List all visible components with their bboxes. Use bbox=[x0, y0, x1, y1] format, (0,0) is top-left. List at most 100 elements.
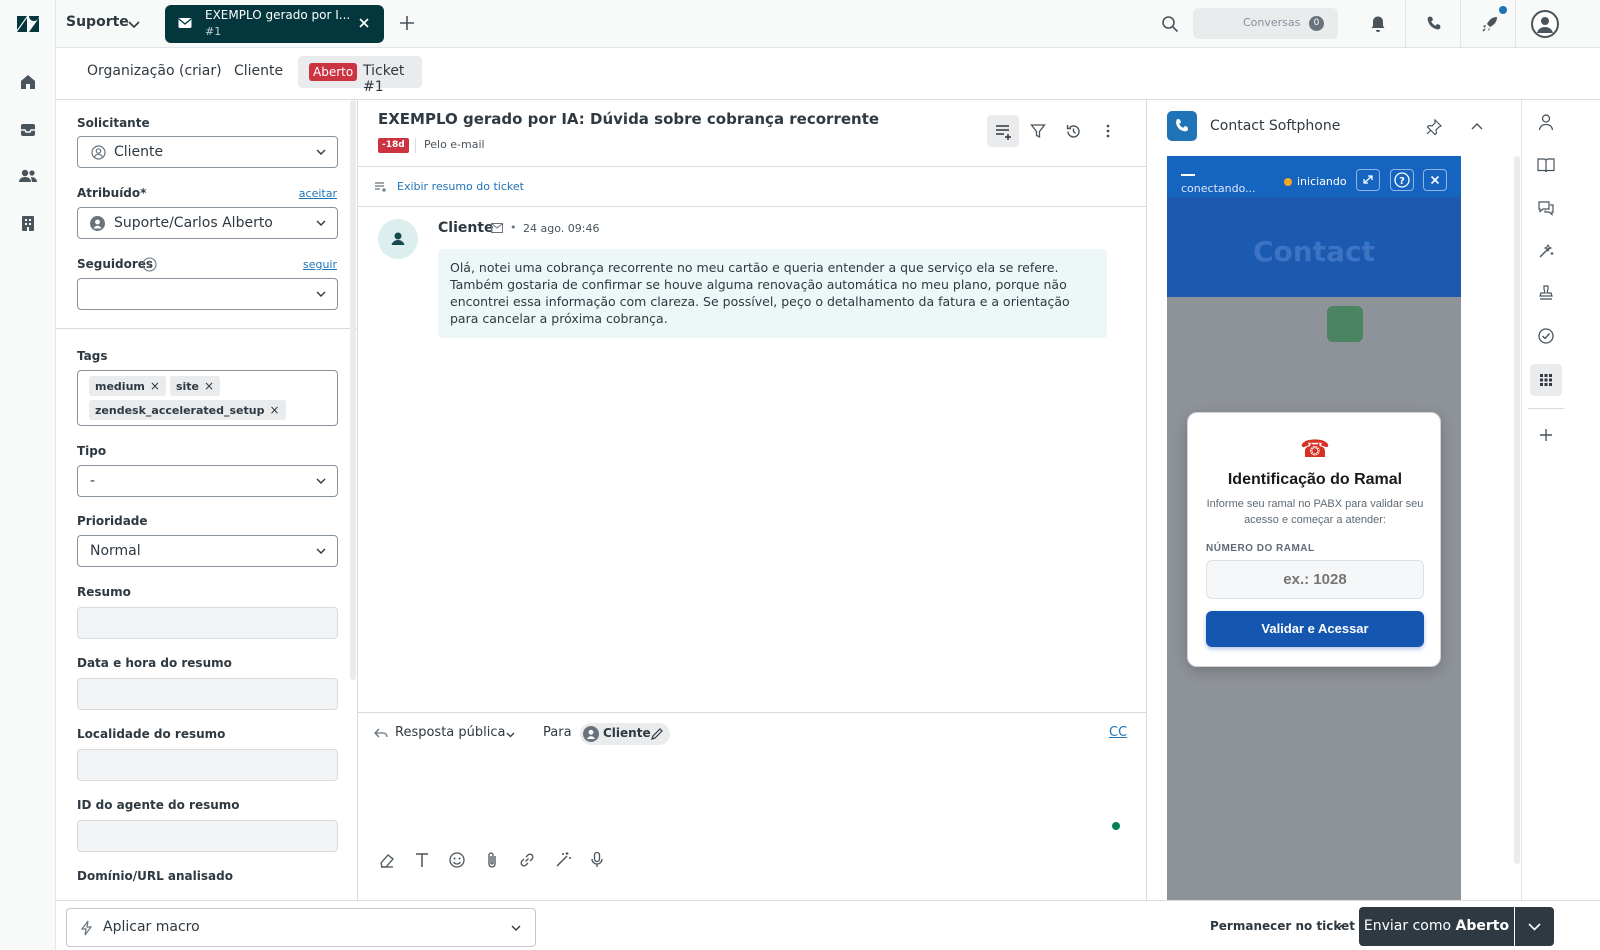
customers-icon[interactable] bbox=[16, 164, 40, 188]
recipient-name: Cliente bbox=[603, 726, 651, 740]
requester-select[interactable]: Cliente bbox=[77, 136, 338, 168]
search-icon[interactable] bbox=[1161, 15, 1179, 33]
chat-bubbles-icon[interactable] bbox=[1537, 199, 1555, 217]
minimize-icon[interactable] bbox=[1181, 174, 1195, 176]
home-icon[interactable] bbox=[16, 70, 40, 94]
show-summary-link[interactable]: Exibir resumo do ticket bbox=[397, 180, 524, 193]
submit-as-button[interactable]: Enviar como Aberto bbox=[1359, 907, 1514, 946]
views-icon[interactable] bbox=[16, 118, 40, 142]
emoji-icon[interactable] bbox=[448, 851, 466, 869]
user-profile-icon[interactable] bbox=[1538, 113, 1554, 131]
close-icon[interactable] bbox=[1423, 169, 1447, 191]
validate-access-button[interactable]: Validar e Acessar bbox=[1206, 611, 1424, 647]
tags-input[interactable]: medium × site × zendesk_accelerated_setup × bbox=[77, 370, 338, 426]
recipient-chip[interactable]: Cliente bbox=[580, 723, 670, 745]
conversations-button[interactable]: Conversas 0 bbox=[1193, 8, 1338, 39]
take-it-link[interactable]: aceitar bbox=[299, 187, 337, 200]
filter-icon[interactable] bbox=[1030, 123, 1046, 139]
form-scrollbar[interactable] bbox=[350, 100, 356, 680]
softphone-brand: Contact bbox=[1253, 235, 1375, 268]
modal-description: Informe seu ramal no PABX para validar s… bbox=[1206, 498, 1424, 526]
extension-field-label: NÚMERO DO RAMAL bbox=[1206, 543, 1315, 554]
conversations-label: Conversas bbox=[1243, 16, 1301, 29]
summary-locale-label: Localidade do resumo bbox=[77, 727, 226, 741]
conversations-count-badge: 0 bbox=[1309, 16, 1324, 31]
more-options-icon[interactable] bbox=[1104, 123, 1112, 139]
divider bbox=[1528, 408, 1564, 409]
phone-icon[interactable] bbox=[1426, 15, 1442, 31]
softphone-embed: Contact conectando... iniciando ? ☎ Iden… bbox=[1167, 156, 1461, 900]
help-icon[interactable]: ? bbox=[1390, 169, 1414, 191]
summary-datetime-field bbox=[77, 678, 338, 710]
priority-select[interactable]: Normal bbox=[77, 535, 338, 567]
workspace-switcher[interactable]: Suporte bbox=[66, 14, 129, 30]
expand-icon[interactable] bbox=[1356, 169, 1380, 191]
avatar[interactable] bbox=[1531, 10, 1559, 38]
message-author[interactable]: Cliente bbox=[438, 220, 494, 236]
pin-icon[interactable] bbox=[1425, 118, 1443, 136]
tab-ticket[interactable]: Aberto Ticket #1 bbox=[298, 56, 422, 95]
follow-link[interactable]: seguir bbox=[303, 258, 337, 271]
tab-customer[interactable]: Cliente bbox=[234, 63, 283, 79]
chevron-down-icon[interactable] bbox=[1333, 921, 1344, 932]
organizations-icon[interactable] bbox=[16, 211, 40, 235]
remove-tag-icon[interactable]: × bbox=[204, 379, 214, 393]
add-app-icon[interactable] bbox=[1539, 428, 1553, 442]
summary-toggle-button[interactable] bbox=[987, 115, 1019, 147]
chevron-down-icon[interactable] bbox=[126, 16, 142, 32]
reply-editor[interactable] bbox=[358, 745, 1147, 845]
text-format-icon[interactable] bbox=[414, 851, 430, 869]
softphone-scrollbar[interactable] bbox=[1514, 156, 1520, 864]
tags-list: medium × site × zendesk_accelerated_setup × bbox=[89, 376, 329, 420]
knowledge-book-icon[interactable] bbox=[1537, 157, 1555, 173]
info-icon[interactable] bbox=[142, 257, 157, 272]
notifications-bell-icon[interactable] bbox=[1370, 15, 1386, 33]
collapse-chevron-up-icon[interactable] bbox=[1470, 120, 1484, 134]
top-bar: Suporte EXEMPLO gerado por I... #1 Conve… bbox=[56, 0, 1600, 48]
tab-organization[interactable]: Organização (criar) bbox=[87, 63, 222, 79]
apps-grid-icon[interactable] bbox=[1530, 364, 1562, 396]
status-dot bbox=[1284, 178, 1292, 186]
softphone-hero: Contact bbox=[1167, 197, 1461, 297]
history-icon[interactable] bbox=[1065, 123, 1082, 140]
attachment-icon[interactable] bbox=[485, 851, 499, 869]
summary-agent-field bbox=[77, 820, 338, 852]
microphone-icon[interactable] bbox=[590, 851, 604, 869]
ticket-tab-active[interactable]: EXEMPLO gerado por I... #1 bbox=[165, 5, 384, 43]
workspace-label: Suporte bbox=[66, 14, 129, 30]
edit-pencil-icon[interactable] bbox=[650, 727, 664, 741]
submit-options-button[interactable] bbox=[1515, 907, 1554, 946]
stamp-icon[interactable] bbox=[1537, 284, 1555, 302]
link-icon[interactable] bbox=[518, 851, 536, 869]
assignee-select[interactable]: Suporte/Carlos Alberto bbox=[77, 207, 338, 239]
message-timestamp: 24 ago. 09:46 bbox=[523, 222, 600, 235]
section-divider bbox=[56, 328, 357, 329]
eraser-icon[interactable] bbox=[378, 851, 396, 869]
magic-wand-icon[interactable] bbox=[554, 851, 572, 869]
zendesk-logo-icon[interactable] bbox=[15, 11, 41, 37]
check-circle-icon[interactable] bbox=[1537, 327, 1555, 345]
close-tab-icon[interactable] bbox=[358, 17, 370, 29]
followers-select[interactable] bbox=[77, 278, 338, 310]
type-select[interactable]: - bbox=[77, 465, 338, 497]
tag-label: zendesk_accelerated_setup bbox=[95, 403, 265, 417]
domain-label: Domínio/URL analisado bbox=[77, 869, 233, 883]
chevron-down-icon[interactable] bbox=[505, 729, 516, 740]
extension-input[interactable] bbox=[1206, 560, 1424, 599]
cc-link[interactable]: CC bbox=[1109, 725, 1127, 740]
summary-datetime-label: Data e hora do resumo bbox=[77, 656, 232, 670]
customer-avatar bbox=[378, 219, 418, 259]
rocket-icon[interactable] bbox=[1480, 14, 1500, 34]
tab-subtitle: #1 bbox=[205, 25, 222, 38]
chevron-down-icon bbox=[315, 146, 327, 158]
to-label: Para bbox=[543, 725, 572, 740]
ai-sparkle-icon[interactable] bbox=[1537, 242, 1555, 260]
apply-macro-select[interactable]: Aplicar macro bbox=[66, 908, 536, 947]
reply-type-selector[interactable]: Resposta pública bbox=[395, 725, 505, 740]
remove-tag-icon[interactable]: × bbox=[150, 379, 160, 393]
tags-label: Tags bbox=[77, 349, 108, 363]
add-tab-icon[interactable] bbox=[399, 15, 415, 31]
remove-tag-icon[interactable]: × bbox=[269, 403, 279, 417]
agent-avatar-icon bbox=[90, 216, 105, 231]
softphone-title: Contact Softphone bbox=[1210, 118, 1341, 134]
